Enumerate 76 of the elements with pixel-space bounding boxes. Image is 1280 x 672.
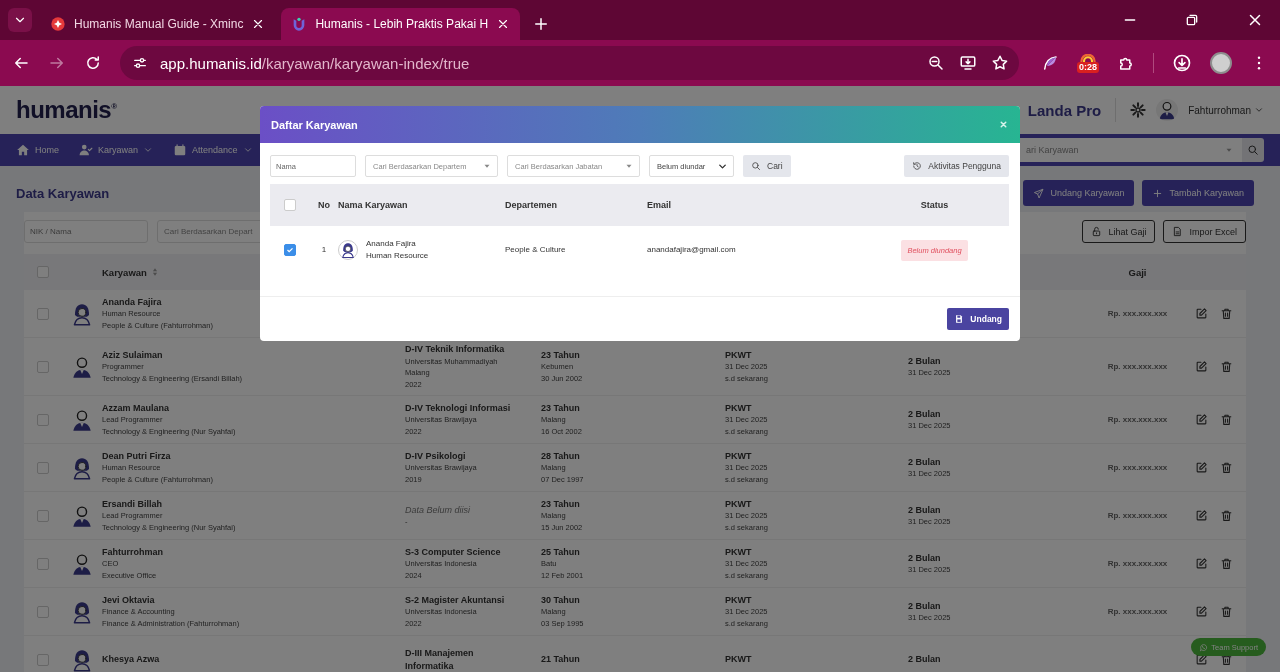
age-text: 21 Tahun bbox=[541, 653, 580, 666]
duration-text: 2 Bulan bbox=[908, 551, 941, 564]
search-field[interactable]: NIK / Nama bbox=[24, 220, 148, 243]
employee-name: Ersandi Billah bbox=[102, 497, 163, 511]
salary-text: Rp. xxx.xxx.xxx bbox=[1107, 511, 1168, 520]
education-title: D-IV Teknik Informatika bbox=[405, 343, 505, 356]
url-text: app.humanis.id/karyawan/karyawan-index/true bbox=[160, 54, 470, 72]
duration-text: 2 Bulan bbox=[908, 455, 941, 468]
contract-type: PKWT bbox=[725, 545, 752, 559]
column-header: Departemen bbox=[505, 200, 558, 210]
filter-button[interactable]: Impor Excel bbox=[1163, 220, 1246, 243]
education-title: D-III Manajemen Informatika bbox=[405, 647, 475, 672]
age-text: 23 Tahun bbox=[541, 497, 580, 511]
education-title: D-IV Teknologi Informasi bbox=[405, 401, 511, 415]
column-header: Status bbox=[920, 200, 949, 210]
contract-type: PKWT bbox=[725, 653, 752, 666]
contract-type: PKWT bbox=[725, 593, 752, 607]
education-title: S-2 Magister Akuntansi bbox=[405, 593, 505, 607]
age-text: 25 Tahun bbox=[541, 545, 580, 559]
age-text: 28 Tahun bbox=[541, 449, 580, 463]
employee-name: Fahturrohman bbox=[102, 545, 163, 559]
employee-name: Azzam Maulana bbox=[102, 401, 170, 415]
invite-button[interactable]: Undang bbox=[947, 308, 1009, 330]
age-text: 23 Tahun bbox=[541, 401, 580, 415]
column-header: Email bbox=[647, 200, 671, 210]
modal-title: Daftar Karyawan bbox=[271, 118, 358, 131]
education-title: D-IV Psikologi bbox=[405, 449, 466, 463]
search-button[interactable]: Cari bbox=[743, 155, 791, 177]
company-name: Landa Pro bbox=[1027, 101, 1102, 119]
duration-text: 2 Bulan bbox=[908, 503, 941, 516]
salary-text: Rp. xxx.xxx.xxx bbox=[1107, 415, 1168, 424]
column-header: Gaji bbox=[1128, 266, 1147, 278]
duration-text: 2 Bulan bbox=[908, 599, 941, 612]
employee-name: Aziz Sulaiman bbox=[102, 348, 163, 362]
salary-text: Rp. xxx.xxx.xxx bbox=[1107, 309, 1168, 318]
contract-type: PKWT bbox=[725, 348, 752, 362]
logo: humanis$^{®}$ bbox=[16, 96, 117, 124]
nav-item[interactable]: Karyawan bbox=[79, 143, 154, 157]
action-button[interactable]: Undang Karyawan bbox=[1023, 180, 1135, 206]
age-text: 30 Tahun bbox=[541, 593, 580, 607]
column-header: No bbox=[318, 200, 330, 210]
salary-text: Rp. xxx.xxx.xxx bbox=[1107, 607, 1168, 616]
filter-button[interactable]: Lihat Gaji bbox=[1082, 220, 1156, 243]
timer-badge: 0:28 bbox=[1077, 61, 1099, 73]
department-text: People & Culture bbox=[505, 244, 566, 256]
education-title: S-3 Computer Science bbox=[405, 545, 501, 559]
employee-name: Ananda Fajira bbox=[366, 238, 417, 250]
employee-name: Ananda Fajira bbox=[102, 295, 162, 309]
column-header: Nama Karyawan bbox=[338, 200, 408, 210]
employee-name: Jevi Oktavia bbox=[102, 593, 155, 607]
duration-text: 2 Bulan bbox=[908, 407, 941, 420]
employee-name: Dean Putri Firza bbox=[102, 449, 171, 463]
column-header[interactable]: Karyawan bbox=[102, 266, 147, 278]
contract-type: PKWT bbox=[725, 497, 752, 511]
action-button[interactable]: Tambah Karyawan bbox=[1142, 180, 1254, 206]
nav-item[interactable]: Home bbox=[16, 143, 59, 157]
row-number: 1 bbox=[321, 244, 327, 256]
user-menu[interactable]: Fahturrohman bbox=[1188, 104, 1264, 116]
salary-text: Rp. xxx.xxx.xxx bbox=[1107, 559, 1168, 568]
address-bar[interactable]: app.humanis.id/karyawan/karyawan-index/true bbox=[120, 46, 1019, 80]
salary-text: Rp. xxx.xxx.xxx bbox=[1107, 463, 1168, 472]
age-text: 23 Tahun bbox=[541, 348, 580, 362]
browser-tab[interactable]: Humanis Manual Guide - Xminc bbox=[40, 8, 276, 40]
duration-text: 2 Bulan bbox=[908, 653, 941, 666]
education-title: Data Belum diisi bbox=[405, 503, 471, 516]
page-title: Data Karyawan bbox=[16, 185, 110, 201]
email-text: anandafajira@gmail.com bbox=[647, 244, 736, 256]
contract-type: PKWT bbox=[725, 449, 752, 463]
duration-text: 2 Bulan bbox=[908, 354, 941, 367]
salary-text: Rp. xxx.xxx.xxx bbox=[1107, 362, 1168, 371]
contract-type: PKWT bbox=[725, 401, 752, 415]
employee-name: Khesya Azwa bbox=[102, 653, 160, 666]
browser-tab[interactable]: Humanis - Lebih Praktis Pakai H bbox=[281, 8, 521, 40]
job-title: Human Resource bbox=[366, 250, 429, 262]
activity-button[interactable]: Aktivitas Pengguna bbox=[904, 155, 1009, 177]
nav-item[interactable]: Attendance bbox=[173, 143, 253, 157]
